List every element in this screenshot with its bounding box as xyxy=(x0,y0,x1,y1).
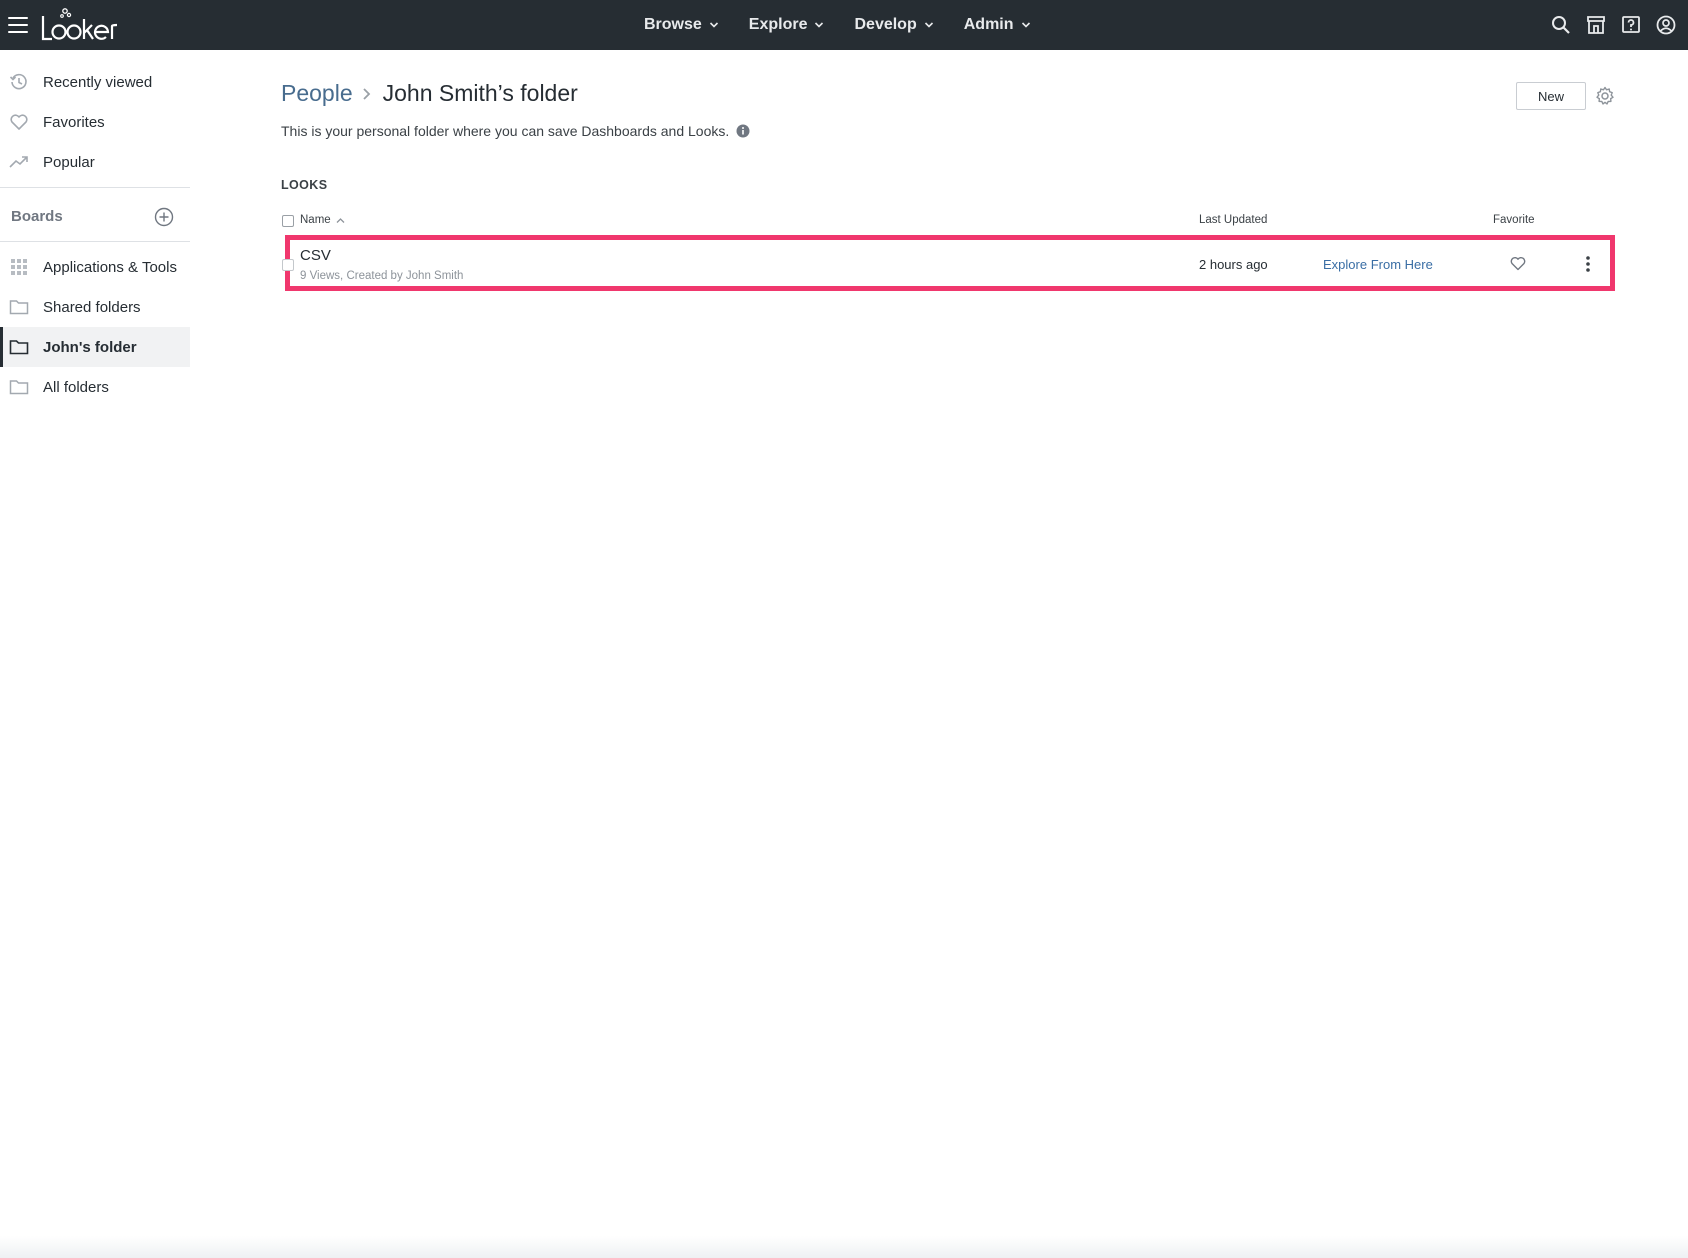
folder-icon xyxy=(9,300,29,315)
row-checkbox[interactable] xyxy=(282,259,294,271)
user-account-icon[interactable] xyxy=(1654,13,1678,37)
sidebar-item-label: Recently viewed xyxy=(43,73,153,91)
history-icon xyxy=(9,73,27,90)
boards-header: Boards xyxy=(0,193,190,241)
sidebar-item-favorites[interactable]: Favorites xyxy=(0,102,190,142)
select-all-checkbox[interactable] xyxy=(282,215,294,227)
column-header-name[interactable]: Name xyxy=(300,214,345,226)
sidebar-item-applications-tools[interactable]: Applications & Tools xyxy=(0,247,190,287)
sidebar-item-popular[interactable]: Popular xyxy=(0,142,190,182)
column-header-favorite: Favorite xyxy=(1493,214,1535,226)
column-header-last-updated[interactable]: Last Updated xyxy=(1199,214,1267,226)
looker-logo[interactable] xyxy=(40,6,118,44)
chevron-down-icon xyxy=(924,22,933,28)
info-icon[interactable] xyxy=(736,124,750,138)
nav-admin[interactable]: Admin xyxy=(964,16,1031,34)
add-board-icon[interactable] xyxy=(154,207,174,227)
sidebar-item-label: Applications & Tools xyxy=(43,258,177,276)
sidebar-item-label: Favorites xyxy=(43,113,105,131)
marketplace-icon[interactable] xyxy=(1584,13,1608,37)
sort-ascending-icon xyxy=(336,217,345,223)
trending-icon xyxy=(9,156,28,168)
sidebar-item-label: Shared folders xyxy=(43,298,141,316)
top-icons xyxy=(1538,0,1678,50)
nav-develop[interactable]: Develop xyxy=(854,16,933,34)
sidebar-divider xyxy=(0,241,190,242)
folder-description: This is your personal folder where you c… xyxy=(281,123,750,139)
sidebar-item-label: All folders xyxy=(43,378,109,396)
boards-label: Boards xyxy=(11,208,63,225)
nav-browse[interactable]: Browse xyxy=(644,16,719,34)
top-bar: Browse Explore Develop Admin xyxy=(0,0,1688,50)
nav-explore[interactable]: Explore xyxy=(749,16,825,34)
folder-icon xyxy=(9,340,29,355)
sidebar-item-recently-viewed[interactable]: Recently viewed xyxy=(0,62,190,102)
more-options-icon[interactable] xyxy=(1580,254,1596,274)
look-title-link[interactable]: CSV xyxy=(300,247,331,264)
sidebar-item-label: Popular xyxy=(43,153,95,171)
sidebar-divider xyxy=(0,187,190,188)
chevron-down-icon xyxy=(709,22,718,28)
new-button[interactable]: New xyxy=(1516,82,1586,110)
breadcrumb: People John Smith’s folder xyxy=(281,80,578,107)
sidebar-item-label: John's folder xyxy=(43,338,137,356)
look-last-updated: 2 hours ago xyxy=(1199,257,1268,272)
sidebar-item-all-folders[interactable]: All folders xyxy=(0,367,190,407)
chevron-right-icon xyxy=(362,87,370,100)
heart-icon xyxy=(10,114,28,130)
sidebar-item-johns-folder[interactable]: John's folder xyxy=(0,327,190,367)
sidebar-item-shared-folders[interactable]: Shared folders xyxy=(0,287,190,327)
chevron-down-icon xyxy=(1021,22,1030,28)
sidebar: Recently viewed Favorites Popular Boards… xyxy=(0,50,190,407)
favorite-heart-icon[interactable] xyxy=(1510,256,1526,271)
chevron-down-icon xyxy=(815,22,824,28)
search-icon[interactable] xyxy=(1549,13,1573,37)
folder-icon xyxy=(9,380,29,395)
look-meta: 9 Views, Created by John Smith xyxy=(300,270,464,282)
bottom-edge xyxy=(0,1236,1688,1258)
help-icon[interactable] xyxy=(1619,13,1643,37)
gear-icon[interactable] xyxy=(1595,86,1615,106)
explore-from-here-link[interactable]: Explore From Here xyxy=(1323,257,1433,272)
grid-icon xyxy=(11,259,27,275)
main-nav: Browse Explore Develop Admin xyxy=(644,0,1061,50)
page-title: John Smith’s folder xyxy=(382,80,578,106)
looks-section-label: LOOKS xyxy=(281,178,328,192)
hamburger-menu-icon[interactable] xyxy=(8,17,28,33)
breadcrumb-people-link[interactable]: People xyxy=(281,80,353,107)
